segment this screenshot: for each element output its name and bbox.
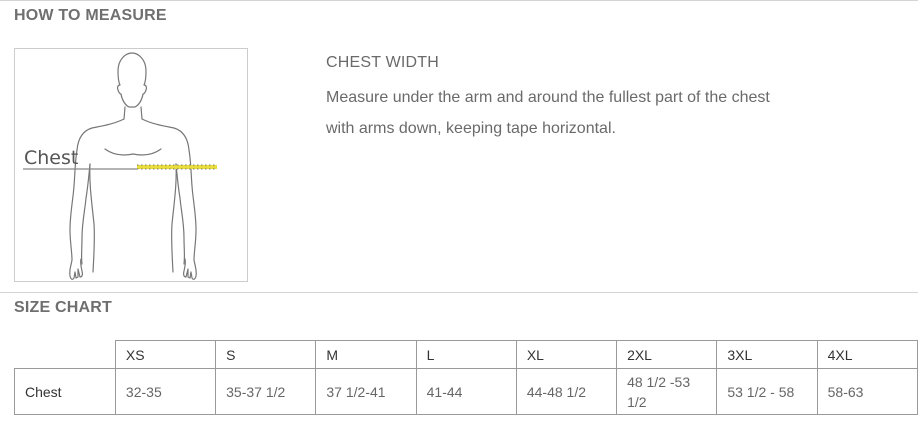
middle-divider (0, 292, 918, 293)
measure-instructions: CHEST WIDTH Measure under the arm and ar… (326, 54, 770, 144)
chest-value-3xl: 53 1/2 - 58 (716, 368, 818, 415)
how-to-measure-title: HOW TO MEASURE (14, 7, 167, 24)
chest-value-l: 41-44 (415, 368, 517, 415)
chest-value-m: 37 1/2-41 (315, 368, 417, 415)
top-divider (0, 0, 918, 1)
row-label-chest: Chest (14, 368, 116, 415)
size-header-l: L (415, 340, 517, 369)
chest-value-xl: 44-48 1/2 (515, 368, 618, 415)
size-header-3xl: 3XL (716, 340, 818, 369)
measure-figure: Chest (14, 48, 248, 282)
size-header-s: S (215, 340, 317, 369)
size-header-xs: XS (114, 340, 217, 369)
size-header-m: M (315, 340, 417, 369)
blank-corner-cell (14, 340, 116, 369)
size-header-2xl: 2XL (616, 340, 718, 369)
size-header-row: XS S M L XL 2XL 3XL 4XL (14, 340, 918, 369)
measure-line-2: with arms down, keeping tape horizontal. (326, 120, 616, 137)
measure-heading: CHEST WIDTH (326, 54, 440, 71)
size-chart-table: XS S M L XL 2XL 3XL 4XL Chest 32-35 35-3… (14, 340, 918, 415)
size-chart-title: SIZE CHART (14, 299, 112, 316)
measure-line-1: Measure under the arm and around the ful… (326, 89, 770, 106)
table-row: Chest 32-35 35-37 1/2 37 1/2-41 41-44 44… (14, 368, 918, 415)
chest-value-2xl: 48 1/2 -53 1/2 (616, 368, 718, 415)
chest-figure-label: Chest (24, 147, 79, 169)
chest-value-4xl: 58-63 (816, 368, 918, 415)
size-header-4xl: 4XL (816, 340, 918, 369)
size-header-xl: XL (515, 340, 618, 369)
chest-value-s: 35-37 1/2 (215, 368, 317, 415)
chest-value-xs: 32-35 (114, 368, 217, 415)
